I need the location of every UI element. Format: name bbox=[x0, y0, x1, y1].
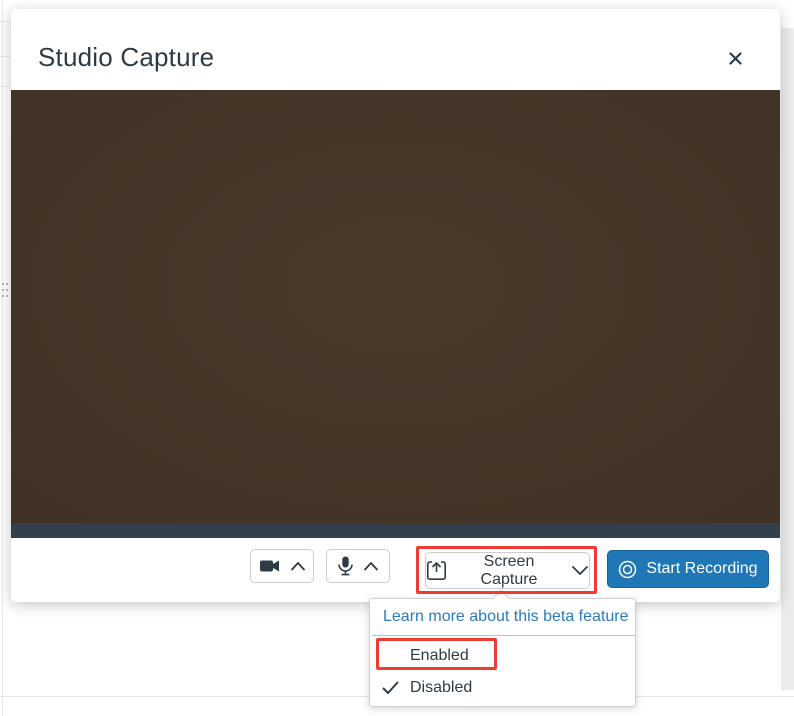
check-icon bbox=[382, 681, 410, 695]
background-line bbox=[0, 56, 10, 57]
camera-preview bbox=[11, 90, 780, 523]
screen-capture-label: Screen Capture bbox=[457, 553, 561, 589]
beta-feature-link[interactable]: Learn more about this beta feature bbox=[383, 608, 629, 626]
close-button[interactable] bbox=[724, 47, 746, 69]
dialog-header: Studio Capture bbox=[11, 9, 780, 90]
background-line bbox=[0, 21, 10, 22]
chevron-down-icon bbox=[571, 565, 589, 576]
menu-divider bbox=[372, 635, 635, 636]
screen-capture-menu: Learn more about this beta feature Enabl… bbox=[369, 598, 636, 707]
record-icon bbox=[618, 560, 637, 579]
menu-item-enabled[interactable]: Enabled bbox=[370, 643, 637, 669]
dialog-title: Studio Capture bbox=[38, 42, 214, 73]
close-icon bbox=[729, 52, 742, 65]
screen-upload-icon bbox=[426, 560, 447, 581]
microphone-select-button[interactable] bbox=[326, 549, 390, 583]
background-page-column bbox=[781, 28, 794, 690]
menu-item-disabled[interactable]: Disabled bbox=[370, 675, 637, 701]
camera-icon bbox=[259, 558, 281, 574]
studio-capture-dialog: Studio Capture bbox=[11, 9, 780, 602]
menu-item-label: Disabled bbox=[410, 679, 472, 697]
microphone-icon bbox=[337, 556, 354, 576]
background-line bbox=[0, 86, 10, 87]
chevron-up-icon bbox=[363, 561, 379, 571]
chevron-up-icon bbox=[290, 561, 306, 571]
menu-item-label: Enabled bbox=[410, 647, 469, 665]
background-page-edge bbox=[2, 0, 3, 716]
drag-handle-icon bbox=[2, 283, 10, 300]
preview-status-bar bbox=[11, 523, 780, 538]
screen-capture-button[interactable]: Screen Capture bbox=[425, 552, 590, 589]
start-recording-label: Start Recording bbox=[646, 560, 757, 578]
camera-select-button[interactable] bbox=[250, 549, 314, 583]
start-recording-button[interactable]: Start Recording bbox=[607, 550, 769, 588]
